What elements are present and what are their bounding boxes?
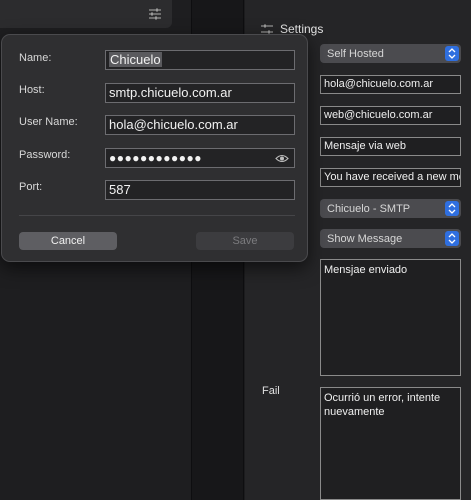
action-select[interactable]: Show Message [320,229,461,248]
fail-label: Fail [262,385,280,397]
name-input[interactable]: Chicuelo [105,50,295,70]
success-message-textarea[interactable]: Mensjae enviado [320,259,461,376]
from-email-field[interactable]: hola@chicuelo.com.ar [320,75,461,94]
password-input[interactable]: ●●●●●●●●●●●● [105,148,295,168]
user-name-input[interactable]: hola@chicuelo.com.ar [105,115,295,135]
hosting-select[interactable]: Self Hosted [320,44,461,63]
name-value: Chicuelo [109,52,162,67]
hosting-select-value: Self Hosted [327,47,384,60]
host-label: Host: [19,84,45,96]
reply-email-field[interactable]: web@chicuelo.com.ar [320,106,461,125]
smtp-select-value: Chicuelo - SMTP [327,202,411,215]
user-name-label: User Name: [19,116,78,128]
port-input[interactable]: 587 [105,180,295,200]
port-label: Port: [19,181,43,193]
cancel-button[interactable]: Cancel [19,232,117,250]
chevron-updown-icon [445,231,459,246]
chevron-updown-icon [445,46,459,61]
save-button[interactable]: Save [196,232,294,250]
action-select-value: Show Message [327,232,403,245]
eye-icon[interactable] [275,153,289,164]
body-field[interactable]: You have received a new mes [320,168,461,187]
left-toolbar [0,0,172,28]
password-label: Password: [19,149,71,161]
host-input[interactable]: smtp.chicuelo.com.ar [105,83,295,103]
subject-field[interactable]: Mensaje via web [320,137,461,156]
smtp-popover: Name: Chicuelo Host: smtp.chicuelo.com.a… [1,34,308,262]
smtp-select[interactable]: Chicuelo - SMTP [320,199,461,218]
chevron-updown-icon [445,201,459,216]
fail-message-textarea[interactable]: Ocurrió un error, intente nuevamente [320,387,461,500]
name-label: Name: [19,52,52,64]
password-value: ●●●●●●●●●●●● [109,151,202,165]
divider [19,215,295,216]
sliders-icon[interactable] [148,7,162,21]
